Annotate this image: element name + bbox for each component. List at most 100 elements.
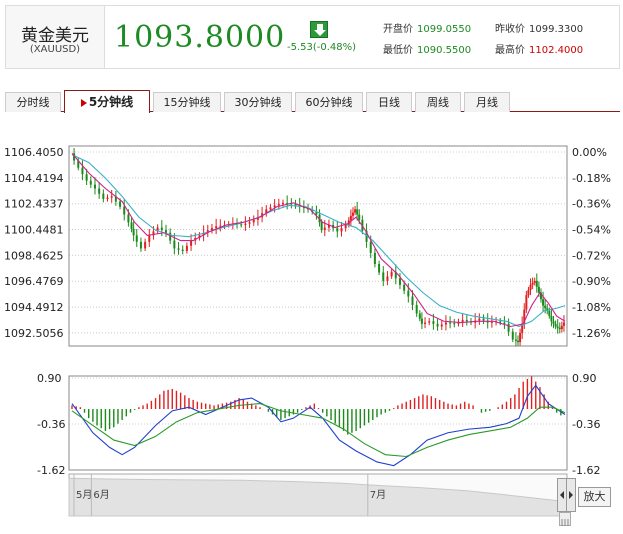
candle-body [110, 196, 113, 198]
candle-body [351, 212, 354, 216]
percent-tick-label: -0.18% [572, 172, 611, 185]
candle-body [403, 284, 406, 291]
candle-body [148, 235, 151, 242]
candle-body [503, 322, 506, 324]
price-tick-label: 1098.4625 [4, 249, 64, 262]
candle-body [219, 225, 222, 227]
candle-body [514, 339, 517, 341]
macd-tick-label-right: -0.36 [572, 418, 600, 431]
candle-body [415, 305, 418, 314]
candle-body [240, 224, 243, 226]
candle-body [132, 228, 135, 236]
price-tick-label: 1092.5056 [4, 327, 64, 340]
candle-body [511, 331, 514, 340]
candle-body [81, 167, 84, 175]
percent-tick-label: 0.00% [572, 146, 607, 159]
candle-body [119, 201, 122, 207]
macd-grid [69, 377, 567, 471]
percent-tick-label: -0.54% [572, 224, 611, 237]
candle-body [465, 319, 468, 322]
candle-body [407, 290, 410, 297]
navigator-month-label: 6月 [93, 489, 109, 501]
candle-body [354, 209, 357, 213]
candle-body [453, 323, 456, 325]
drag-grip-icon[interactable] [559, 512, 571, 526]
candle-body [369, 241, 372, 253]
candle-body [106, 197, 109, 199]
candle-body [525, 295, 528, 310]
candle-body [552, 321, 555, 324]
price-tick-label: 1102.4337 [4, 198, 64, 211]
candle-body [533, 280, 536, 283]
candle-body [432, 321, 435, 324]
candle-body [336, 228, 339, 232]
candle-body [550, 316, 553, 322]
candle-body [215, 226, 218, 229]
price-tick-label: 1100.4481 [4, 224, 64, 237]
navigator-month-label: 7月 [370, 489, 386, 501]
candle-body [542, 299, 545, 306]
candle-body [424, 322, 427, 324]
candle-body [548, 310, 551, 317]
candle-body [165, 230, 168, 233]
price-tick-label: 1096.4769 [4, 275, 64, 288]
candle-body [390, 271, 393, 277]
candle-body [527, 290, 530, 296]
candle-body [562, 322, 565, 326]
candle-body [181, 249, 184, 251]
scroll-right-handle[interactable] [566, 478, 576, 512]
candle-body [144, 241, 147, 249]
candle-body [85, 174, 88, 181]
candle-body [537, 286, 540, 293]
candle-body [269, 207, 272, 210]
candle-body [382, 272, 385, 281]
candle-body [139, 241, 142, 249]
candle-body [252, 219, 255, 223]
macd-marks [71, 376, 566, 467]
candle-body [531, 282, 534, 285]
candle-body [554, 323, 557, 327]
candle-body [411, 296, 414, 306]
candle-body [440, 324, 443, 327]
candle-body [320, 222, 323, 231]
price-tick-label: 1094.4912 [4, 301, 64, 314]
macd-chart-frame [68, 375, 568, 471]
candle-body [428, 321, 431, 323]
candle-body [420, 318, 423, 324]
candle-body [102, 193, 105, 199]
candle-body [499, 321, 502, 323]
price-grid [69, 151, 567, 334]
price-tick-label: 1106.4050 [4, 146, 64, 159]
candle-body [560, 325, 563, 330]
candle-body [516, 340, 519, 343]
candle-body [160, 227, 163, 231]
candle-body [190, 240, 193, 246]
candle-body [529, 284, 532, 291]
percent-tick-label: -0.36% [572, 198, 611, 211]
candle-body [378, 264, 381, 273]
macd-tick-label: -1.62 [37, 464, 65, 477]
candle-body [418, 313, 421, 319]
candle-body [127, 214, 130, 223]
candle-body [93, 184, 96, 189]
candle-body [519, 332, 522, 343]
chart-canvas[interactable]: 1106.4050 0.00% 1104.4194 -0.18% 1102.4337 -0… [0, 0, 623, 534]
zoom-in-button[interactable]: 放大 [578, 487, 611, 507]
candle-body [356, 209, 359, 215]
candle-body [177, 248, 180, 250]
candle-body [556, 326, 559, 328]
candle-body [461, 319, 464, 322]
price-axis-labels: 1106.4050 0.00% 1104.4194 -0.18% 1102.4337 -0… [4, 146, 611, 340]
candle-body [544, 305, 547, 309]
candle-body [398, 278, 401, 285]
percent-tick-label: -1.08% [572, 301, 611, 314]
macd-dea-line [71, 402, 566, 458]
candle-body [436, 323, 439, 327]
percent-tick-label: -0.90% [572, 275, 611, 288]
macd-tick-label-right: -1.62 [572, 464, 600, 477]
ma-blue-line [71, 154, 566, 328]
candle-body [89, 180, 92, 185]
macd-dif-line [71, 384, 566, 467]
candle-body [277, 204, 280, 206]
candle-body [558, 327, 561, 330]
